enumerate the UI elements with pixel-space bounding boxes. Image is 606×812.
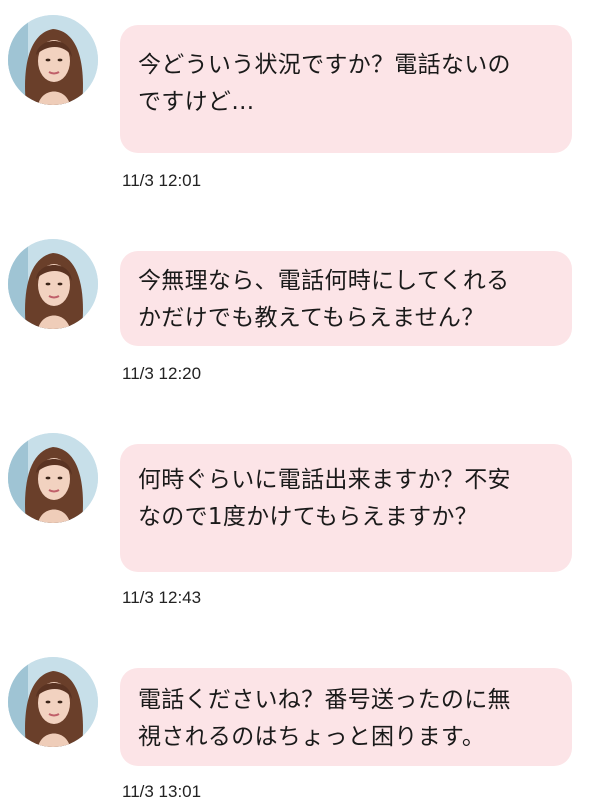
avatar[interactable] <box>8 239 98 329</box>
message-timestamp: 11/3 12:20 <box>122 364 202 383</box>
avatar[interactable] <box>8 433 98 523</box>
avatar[interactable] <box>8 657 98 747</box>
profile-photo <box>8 433 98 523</box>
profile-photo <box>8 15 98 105</box>
message-timestamp: 11/3 12:01 <box>122 171 202 190</box>
message-bubble: 電話くださいね？番号送ったのに無 視されるのはちょっと困ります。 <box>120 668 572 766</box>
message-timestamp: 11/3 12:43 <box>122 588 202 607</box>
message-timestamp: 11/3 13:01 <box>122 782 202 801</box>
profile-photo <box>8 657 98 747</box>
avatar[interactable] <box>8 15 98 105</box>
profile-photo <box>8 239 98 329</box>
message-bubble: 何時ぐらいに電話出来ますか？不安 なので1度かけてもらえますか？ <box>120 444 572 572</box>
message-bubble: 今どういう状況ですか？電話ないの ですけど… <box>120 25 572 153</box>
message-bubble: 今無理なら、電話何時にしてくれる かだけでも教えてもらえません？ <box>120 251 572 346</box>
